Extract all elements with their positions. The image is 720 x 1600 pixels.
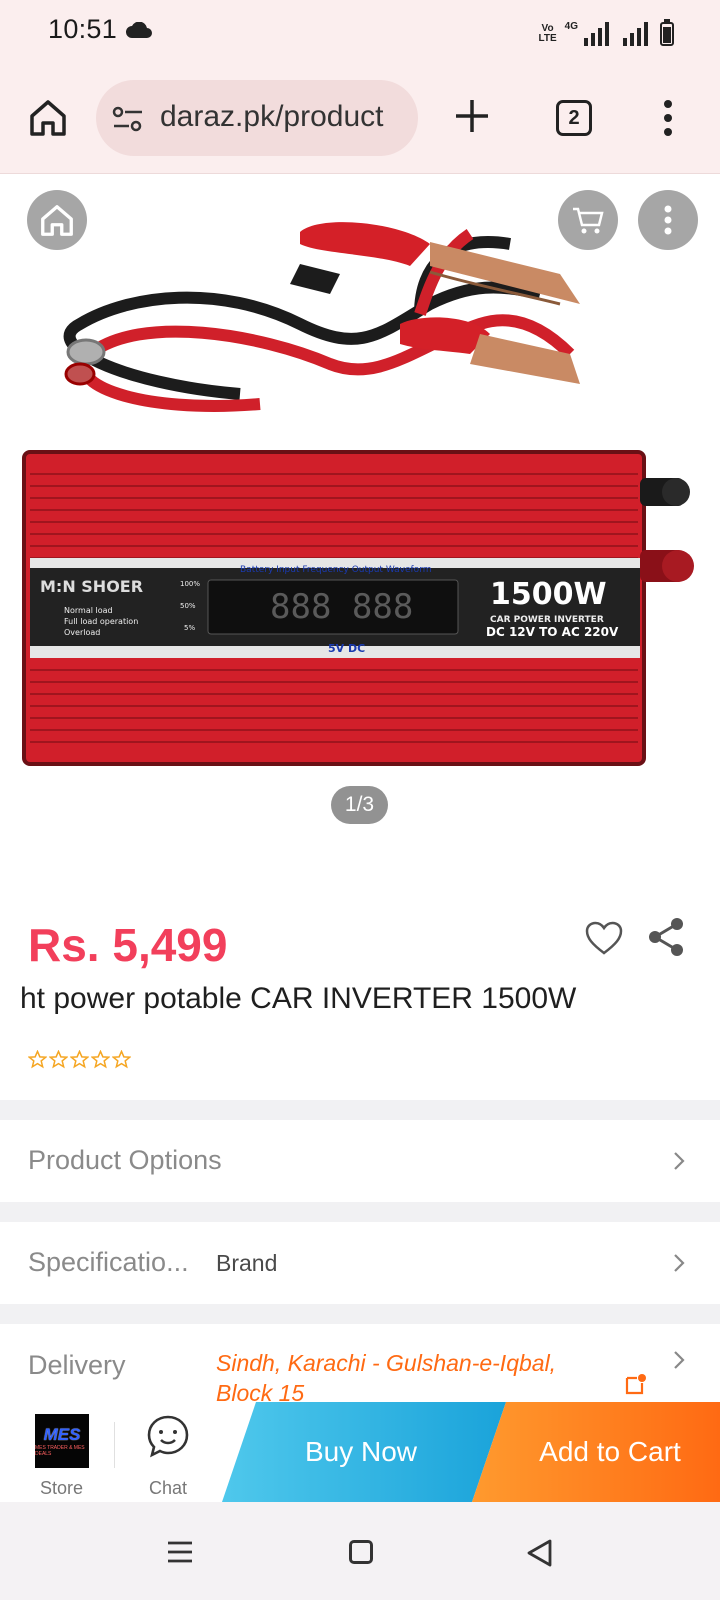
chat-icon[interactable] [146, 1414, 190, 1458]
specifications-label: Specificatio... [28, 1247, 189, 1277]
star-empty-icon [49, 1050, 68, 1069]
chat-label[interactable]: Chat [149, 1478, 187, 1499]
signal-4g-icon [584, 22, 609, 46]
heart-icon[interactable] [584, 920, 624, 956]
product-title: ht power potable CAR INVERTER 1500W [20, 982, 577, 1015]
section-divider [0, 1202, 720, 1222]
home-icon [41, 205, 73, 236]
inverter-line2: DC 12V TO AC 220V [486, 625, 619, 639]
gallery-cart-button[interactable] [558, 190, 618, 250]
inverter-line1: CAR POWER INVERTER [490, 615, 604, 625]
star-empty-icon [112, 1050, 131, 1069]
svg-text:888 888: 888 888 [270, 587, 413, 627]
product-options-label: Product Options [28, 1145, 222, 1175]
signal-icon [623, 22, 648, 46]
url-text[interactable]: daraz.pk/product [160, 100, 410, 134]
product-price: Rs. 5,499 [28, 919, 228, 971]
star-empty-icon [28, 1050, 47, 1069]
status-bar: 10:51 Vo LTE 4G [0, 0, 720, 62]
specifications-row[interactable]: Specificatio... Brand [0, 1222, 720, 1304]
rating-text: 1500W [490, 577, 607, 612]
delivery-label: Delivery [28, 1350, 126, 1380]
star-empty-icon [70, 1050, 89, 1069]
cart-icon [573, 207, 604, 234]
store-logo-subtext: MES TRADER & MES DEALS [35, 1445, 85, 1457]
cloud-icon [126, 22, 152, 38]
image-counter: 1/3 [331, 786, 388, 824]
status-time: 10:51 [48, 14, 118, 44]
volte-icon: Vo LTE [538, 23, 557, 44]
share-icon[interactable] [646, 916, 686, 958]
level-5: 5% [184, 624, 195, 632]
legend-overload: Overload [64, 628, 100, 637]
chevron-right-icon [674, 1351, 685, 1369]
star-empty-icon [91, 1050, 110, 1069]
status-icons: Vo LTE 4G [538, 14, 674, 46]
bottom-action-bar: MES MES TRADER & MES DEALS Store Chat Bu… [0, 1402, 720, 1502]
tabs-icon[interactable]: 2 [556, 100, 592, 136]
address-bar[interactable]: daraz.pk/product [96, 80, 418, 156]
usb-text: 5V DC [328, 642, 365, 655]
rating-stars[interactable] [28, 1050, 131, 1069]
more-vert-icon [664, 205, 672, 235]
more-vert-icon[interactable] [660, 98, 676, 138]
section-divider [0, 1304, 720, 1324]
section-divider [0, 1100, 720, 1120]
battery-icon [660, 19, 674, 46]
level-100: 100% [180, 580, 200, 588]
chevron-right-icon [674, 1152, 685, 1170]
back-icon[interactable] [525, 1538, 553, 1568]
edit-location-icon[interactable] [624, 1372, 648, 1396]
legend-normal: Normal load [64, 606, 113, 615]
nav-home-icon[interactable] [349, 1540, 373, 1564]
home-icon[interactable] [28, 98, 68, 138]
system-nav-bar [0, 1502, 720, 1600]
divider [114, 1422, 115, 1468]
delivery-location[interactable]: Sindh, Karachi - Gulshan-e-Iqbal, Block … [216, 1348, 616, 1402]
gallery-more-button[interactable] [638, 190, 698, 250]
level-50: 50% [180, 602, 196, 610]
plus-icon[interactable] [452, 96, 492, 136]
panel-labels-text: Battery Input Frequency Output Waveform [240, 565, 432, 575]
tune-icon[interactable] [112, 106, 144, 132]
product-options-row[interactable]: Product Options [0, 1120, 720, 1202]
product-image-gallery[interactable]: 888 888 M:N SHOER Battery Input Frequenc… [0, 174, 720, 874]
screen: 10:51 Vo LTE 4G daraz.pk/product 2 888 8… [0, 0, 720, 1600]
store-logo-text: MES [43, 1425, 81, 1444]
buy-now-button[interactable]: Buy Now [222, 1402, 506, 1502]
store-logo[interactable]: MES MES TRADER & MES DEALS [35, 1414, 89, 1468]
gallery-home-button[interactable] [27, 190, 87, 250]
specifications-value: Brand [216, 1250, 278, 1276]
tab-count: 2 [568, 106, 580, 129]
chevron-right-icon [674, 1254, 685, 1272]
delivery-row[interactable]: Delivery Sindh, Karachi - Gulshan-e-Iqba… [0, 1324, 720, 1402]
legend-full: Full load operation [64, 617, 138, 626]
brand-text: M:N SHOER [40, 577, 143, 596]
network-type-label: 4G [564, 21, 578, 32]
browser-toolbar: daraz.pk/product 2 [0, 62, 720, 174]
recents-icon[interactable] [167, 1540, 193, 1564]
add-to-cart-button[interactable]: Add to Cart [472, 1402, 720, 1502]
store-label[interactable]: Store [40, 1478, 83, 1499]
product-image: 888 888 M:N SHOER Battery Input Frequenc… [22, 222, 694, 766]
